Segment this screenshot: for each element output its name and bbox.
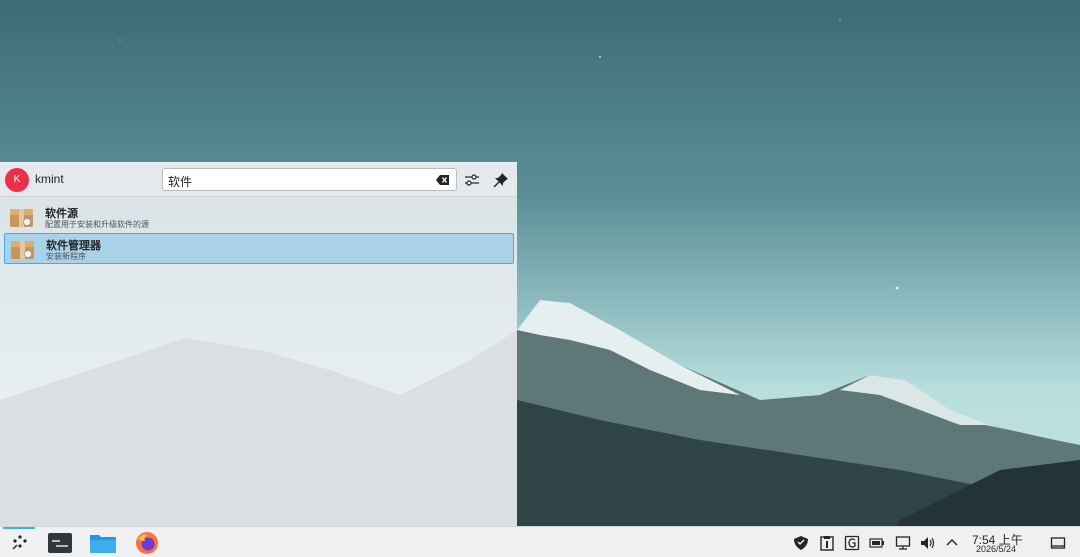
network-icon[interactable] bbox=[895, 535, 911, 551]
input-method-icon[interactable] bbox=[844, 535, 860, 551]
app-launcher-button[interactable] bbox=[3, 527, 35, 557]
result-subtitle: 安装新程序 bbox=[46, 252, 86, 261]
configure-icon[interactable] bbox=[462, 170, 482, 190]
package-icon bbox=[10, 209, 33, 227]
application-launcher-panel: K kmint 软件 软件源 配置用于安装和升级软件的源 软件管理器 安装新程序 bbox=[0, 162, 517, 526]
terminal-icon bbox=[48, 533, 72, 553]
clipboard-icon[interactable] bbox=[819, 535, 835, 551]
result-subtitle: 配置用于安装和升级软件的源 bbox=[45, 220, 149, 229]
taskbar: 7:54 上午 2026/5/24 bbox=[0, 526, 1080, 557]
username-label: kmint bbox=[35, 172, 64, 186]
task-file-manager[interactable] bbox=[87, 527, 119, 557]
search-result-software-manager[interactable]: 软件管理器 安装新程序 bbox=[4, 233, 514, 264]
volume-icon[interactable] bbox=[920, 535, 936, 551]
package-icon bbox=[11, 241, 34, 259]
user-avatar[interactable]: K bbox=[5, 168, 29, 192]
pin-icon[interactable] bbox=[491, 170, 511, 190]
active-indicator bbox=[3, 527, 35, 529]
firefox-icon bbox=[136, 532, 158, 554]
battery-icon[interactable] bbox=[869, 535, 885, 551]
clock-date[interactable]: 2026/5/24 bbox=[976, 544, 1016, 554]
task-terminal[interactable] bbox=[44, 527, 76, 557]
show-desktop-icon[interactable] bbox=[1050, 535, 1066, 551]
search-result-software-sources[interactable]: 软件源 配置用于安装和升级软件的源 bbox=[4, 202, 514, 233]
app-launcher-icon bbox=[12, 535, 27, 550]
launcher-header: K kmint 软件 bbox=[0, 163, 517, 197]
shield-icon[interactable] bbox=[793, 535, 809, 551]
search-input-value[interactable]: 软件 bbox=[168, 173, 192, 190]
expand-tray-icon[interactable] bbox=[944, 535, 960, 551]
clear-search-icon[interactable] bbox=[436, 174, 450, 186]
file-manager-icon bbox=[90, 535, 116, 553]
task-firefox[interactable] bbox=[131, 527, 163, 557]
search-field[interactable]: 软件 bbox=[162, 168, 457, 191]
